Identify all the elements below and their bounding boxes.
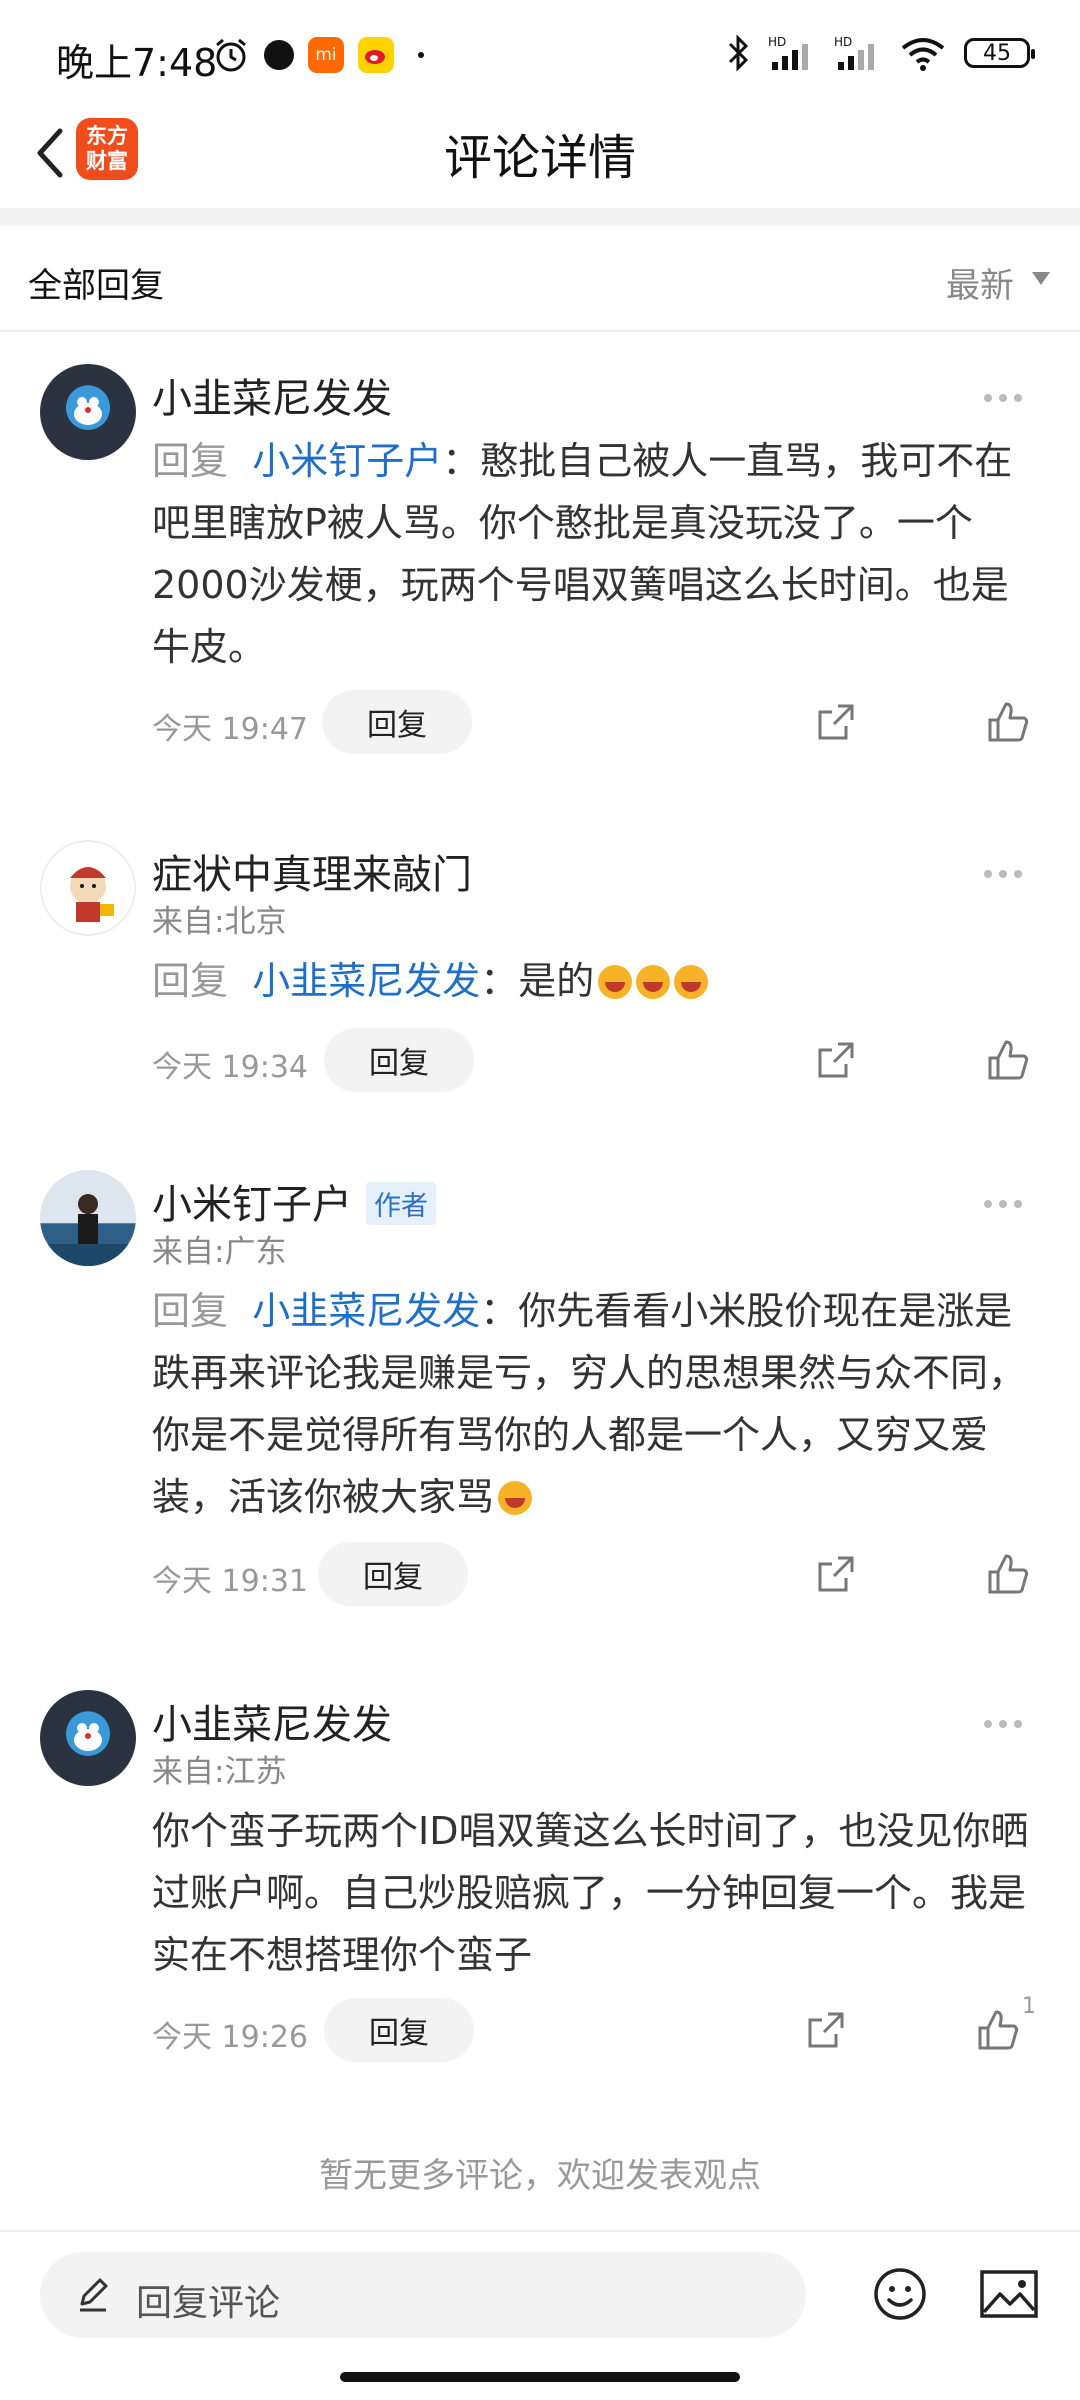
battery-indicator: 45 — [964, 38, 1035, 68]
reply-button[interactable]: 回复 — [324, 1998, 474, 2062]
share-icon[interactable] — [814, 1038, 858, 1082]
divider — [0, 208, 1080, 226]
comment-meta: 今天 19:31 回复 — [152, 1542, 1032, 1606]
mention-link[interactable]: 小韭菜尼发发 — [252, 959, 480, 1003]
thumbs-up-icon[interactable] — [986, 700, 1030, 744]
filter-bar: 全部回复 最新 — [0, 226, 1080, 332]
thumbs-up-icon[interactable] — [976, 2008, 1020, 2052]
username-text[interactable]: 小米钉子户 — [152, 1182, 352, 1228]
laughing-emoji-icon — [674, 965, 709, 999]
share-icon[interactable] — [814, 1552, 858, 1596]
comment-username[interactable]: 症状中真理来敲门 — [152, 842, 472, 900]
laughing-emoji-icon — [598, 965, 633, 999]
comment-username[interactable]: 小米钉子户 作者 — [152, 1172, 436, 1230]
laughing-emoji-icon — [636, 965, 671, 999]
reply-prefix: 回复 — [152, 439, 229, 483]
avatar[interactable] — [40, 364, 136, 460]
reply-button[interactable]: 回复 — [322, 690, 472, 754]
share-icon[interactable] — [804, 2008, 848, 2052]
image-icon[interactable] — [978, 2266, 1040, 2322]
wifi-icon — [901, 38, 945, 71]
comment-username[interactable]: 小韭菜尼发发 — [152, 1692, 392, 1750]
comment-text: 回复 小米钉子户：憨批自己被人一直骂，我可不在吧里瞎放P被人骂。你个憨批是真没玩… — [152, 430, 1032, 678]
bluetooth-icon — [728, 34, 749, 72]
signal-hd-icon: HD — [834, 35, 874, 70]
bottom-bar: 回复评论 — [0, 2230, 1080, 2352]
caret-down-icon[interactable] — [1032, 272, 1050, 285]
avatar[interactable] — [40, 1170, 136, 1266]
share-icon[interactable] — [814, 700, 858, 744]
comment-meta: 今天 19:47 回复 — [152, 690, 1032, 754]
separator: ： — [480, 1289, 519, 1333]
comment-username[interactable]: 小韭菜尼发发 — [152, 366, 392, 424]
mention-link[interactable]: 小韭菜尼发发 — [252, 1289, 480, 1333]
alarm-icon — [216, 38, 246, 72]
comment-location: 来自:北京 — [152, 904, 287, 940]
comment-meta: 今天 19:34 回复 — [152, 1028, 1032, 1092]
avatar[interactable] — [40, 840, 136, 936]
more-options-icon[interactable] — [984, 388, 1028, 408]
pencil-icon — [80, 2278, 108, 2312]
comment-time: 今天 19:47 — [152, 712, 308, 747]
comment-text: 回复 小韭菜尼发发：你先看看小米股价现在是涨是跌再来评论我是赚是亏，穷人的思想果… — [152, 1280, 1032, 1528]
more-options-icon[interactable] — [984, 1194, 1028, 1214]
sort-dropdown[interactable]: 最新 — [946, 258, 1014, 307]
reply-button[interactable]: 回复 — [324, 1028, 474, 1092]
dot-icon — [418, 52, 424, 58]
author-badge: 作者 — [366, 1181, 436, 1225]
comment-location: 来自:广东 — [152, 1234, 287, 1270]
more-options-icon[interactable] — [984, 1714, 1028, 1734]
weibo-icon — [358, 37, 394, 73]
separator: ： — [442, 439, 481, 483]
status-icons-right: HD HD 45 — [726, 34, 1035, 72]
svg-text:HD: HD — [834, 35, 852, 49]
more-options-icon[interactable] — [984, 864, 1028, 884]
svg-text:HD: HD — [768, 35, 786, 49]
reply-prefix: 回复 — [152, 1289, 229, 1333]
dark-app-icon — [264, 40, 294, 70]
avatar[interactable] — [40, 1690, 136, 1786]
reply-placeholder: 回复评论 — [136, 2283, 281, 2324]
comment-body: 你个蛮子玩两个ID唱双簧这么长时间了，也没见你晒过账户啊。自己炒股赔疯了，一分钟… — [152, 1809, 1029, 1977]
mention-link[interactable]: 小米钉子户 — [252, 439, 442, 483]
status-bar: 晚上7:48 mi HD HD 45 — [0, 0, 1080, 112]
thumbs-up-icon[interactable] — [986, 1038, 1030, 1082]
thumbs-up-icon[interactable] — [986, 1552, 1030, 1596]
comment-body: 是的 — [518, 959, 595, 1003]
status-time: 晚上7:48 — [56, 41, 218, 85]
comment-text: 回复 小韭菜尼发发：是的 — [152, 950, 1032, 1012]
signal-hd-icon: HD — [768, 35, 808, 70]
like-count: 1 — [1022, 1994, 1036, 2019]
no-more-comments-message: 暂无更多评论，欢迎发表观点 — [319, 2156, 761, 2196]
separator: ： — [480, 959, 519, 1003]
comment-meta: 今天 19:26 回复 1 — [152, 1994, 1036, 2062]
comment-time: 今天 19:31 — [152, 1564, 308, 1599]
emoji-icon[interactable] — [872, 2266, 928, 2322]
page-title: 评论详情 — [443, 130, 636, 186]
comment-text: 你个蛮子玩两个ID唱双簧这么长时间了，也没见你晒过账户啊。自己炒股赔疯了，一分钟… — [152, 1800, 1032, 1986]
reply-button[interactable]: 回复 — [318, 1542, 468, 1606]
comment-location: 来自:江苏 — [152, 1754, 287, 1790]
status-icons-left: mi — [212, 36, 424, 74]
reply-prefix: 回复 — [152, 959, 229, 1003]
mi-app-icon: mi — [308, 37, 344, 73]
crying-laughing-emoji-icon — [498, 1481, 533, 1515]
comment-time: 今天 19:34 — [152, 1050, 308, 1085]
comment-time: 今天 19:26 — [152, 2020, 308, 2055]
home-indicator[interactable] — [340, 2372, 740, 2382]
reply-comment-input[interactable]: 回复评论 — [40, 2252, 806, 2338]
all-replies-label: 全部回复 — [28, 266, 164, 306]
